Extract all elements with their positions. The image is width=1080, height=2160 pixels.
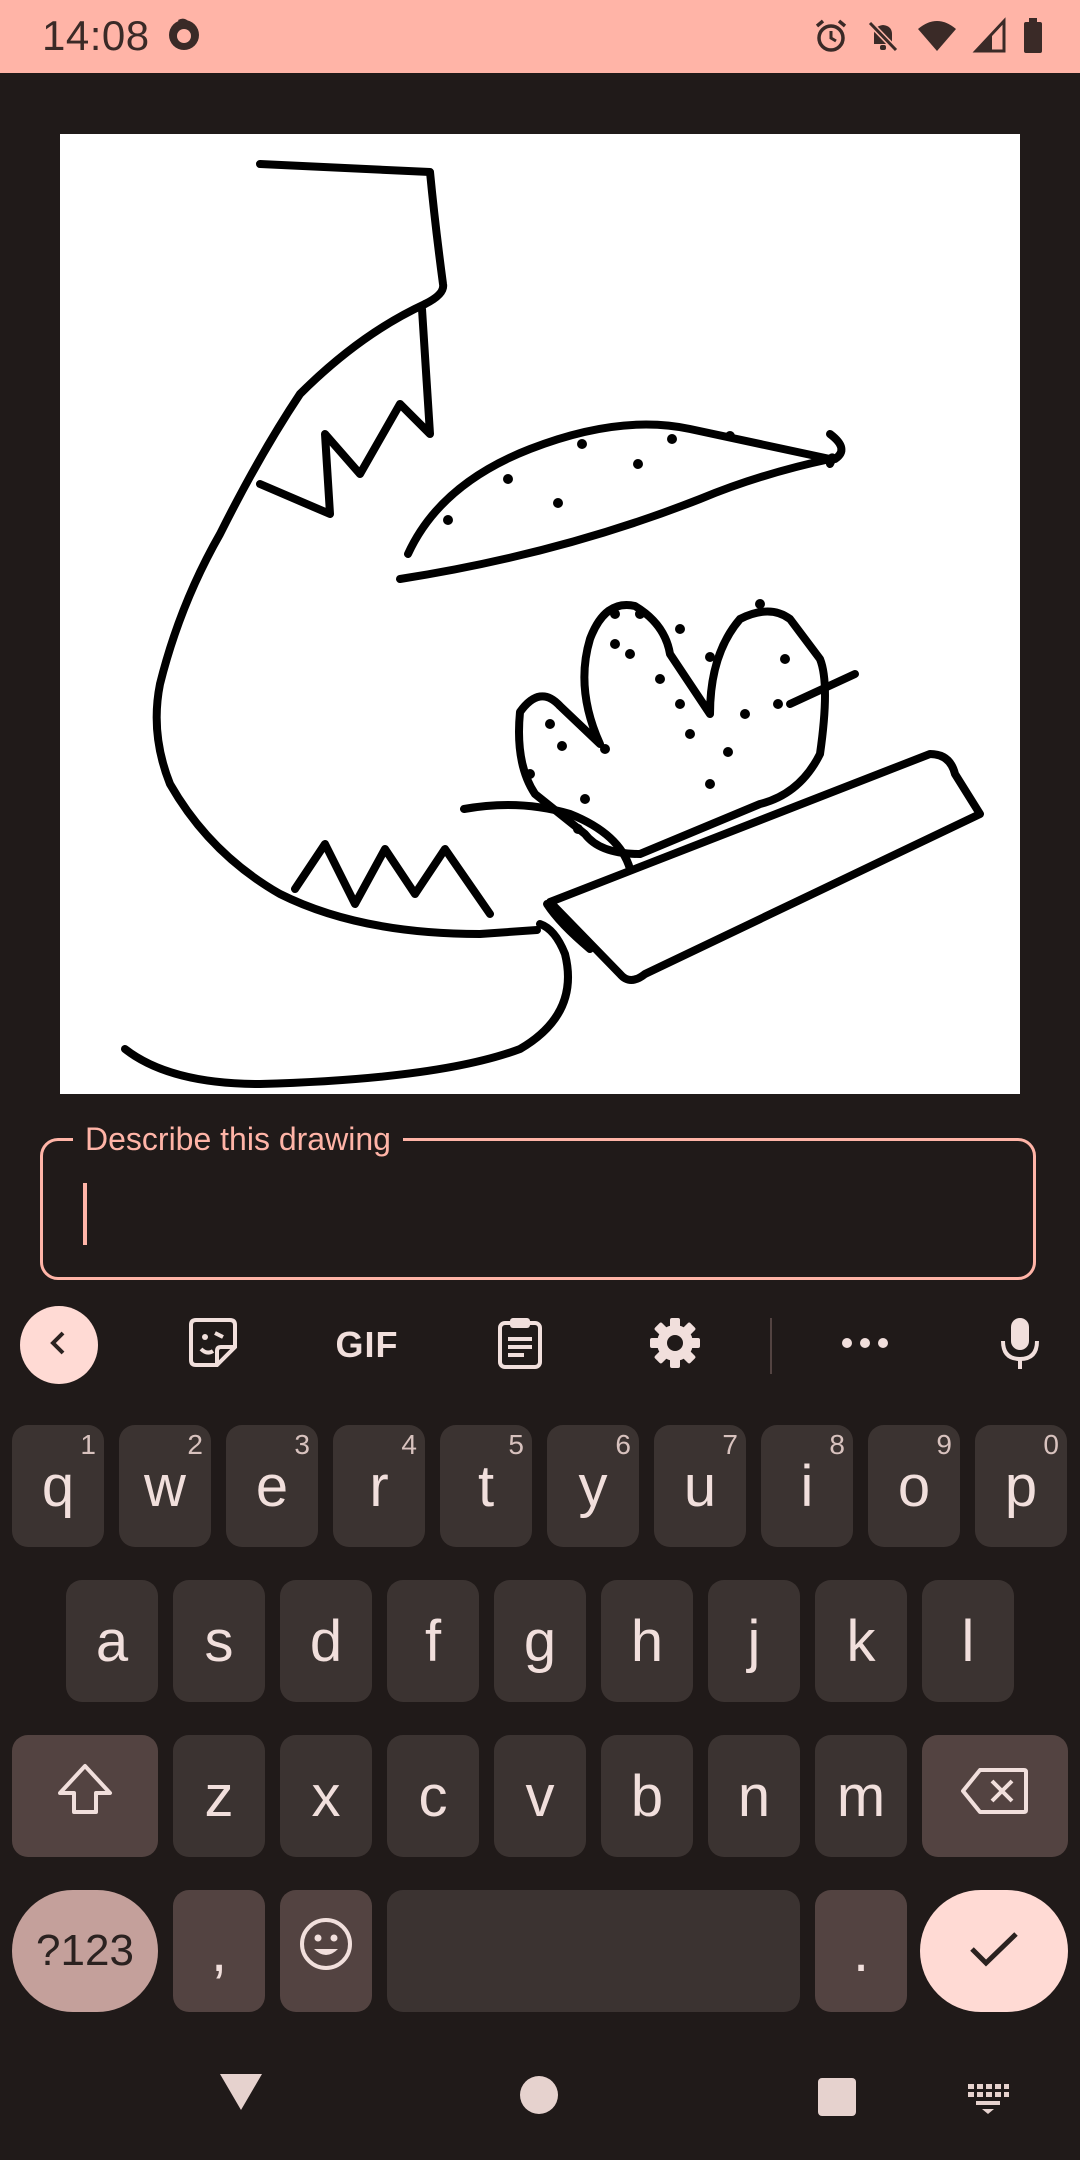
clipboard-button[interactable]: [480, 1305, 560, 1385]
nav-back-icon[interactable]: [218, 2070, 264, 2119]
sticker-icon: [185, 1315, 241, 1376]
key-y[interactable]: y6: [547, 1425, 639, 1547]
notifications-off-icon: [864, 17, 902, 55]
keyboard-hide-icon[interactable]: [966, 2082, 1010, 2121]
key-b[interactable]: b: [601, 1735, 693, 1857]
wifi-icon: [916, 17, 958, 55]
emoji-key[interactable]: [280, 1890, 372, 2012]
key-n[interactable]: n: [708, 1735, 800, 1857]
more-button[interactable]: [825, 1305, 905, 1385]
key-x[interactable]: x: [280, 1735, 372, 1857]
key-o[interactable]: o9: [868, 1425, 960, 1547]
nav-home-icon[interactable]: [518, 2074, 560, 2121]
description-input[interactable]: Describe this drawing: [40, 1119, 1036, 1280]
comma-key[interactable]: ,: [173, 1890, 265, 2012]
status-bar: 14:08: [0, 0, 1080, 73]
clipboard-icon: [494, 1315, 546, 1376]
text-cursor: [83, 1183, 87, 1245]
signal-icon: [972, 17, 1008, 55]
key-t[interactable]: t5: [440, 1425, 532, 1547]
key-i[interactable]: i8: [761, 1425, 853, 1547]
gif-label: GIF: [335, 1324, 399, 1365]
key-a[interactable]: a: [66, 1580, 158, 1702]
battery-icon: [1022, 17, 1044, 55]
key-s[interactable]: s: [173, 1580, 265, 1702]
key-c[interactable]: c: [387, 1735, 479, 1857]
key-l[interactable]: l: [922, 1580, 1014, 1702]
chevron-left-icon: [44, 1328, 74, 1363]
key-v[interactable]: v: [494, 1735, 586, 1857]
period-key[interactable]: .: [815, 1890, 907, 2012]
mic-icon: [998, 1315, 1042, 1376]
description-input-label: Describe this drawing: [73, 1119, 403, 1159]
shift-icon: [55, 1761, 115, 1831]
enter-key[interactable]: [920, 1890, 1068, 2012]
key-w[interactable]: w2: [119, 1425, 211, 1547]
drawing-canvas[interactable]: [60, 134, 1020, 1094]
key-r[interactable]: r4: [333, 1425, 425, 1547]
key-h[interactable]: h: [601, 1580, 693, 1702]
key-g[interactable]: g: [494, 1580, 586, 1702]
sticker-button[interactable]: [173, 1305, 253, 1385]
alarm-icon: [812, 17, 850, 55]
shift-key[interactable]: [12, 1735, 158, 1857]
gif-button[interactable]: GIF: [327, 1305, 407, 1385]
status-time: 14:08: [42, 12, 150, 59]
settings-button[interactable]: [635, 1305, 715, 1385]
space-key[interactable]: [387, 1890, 800, 2012]
key-z[interactable]: z: [173, 1735, 265, 1857]
key-e[interactable]: e3: [226, 1425, 318, 1547]
key-u[interactable]: u7: [654, 1425, 746, 1547]
backspace-icon: [960, 1763, 1030, 1830]
key-f[interactable]: f: [387, 1580, 479, 1702]
key-d[interactable]: d: [280, 1580, 372, 1702]
more-horizontal-icon: [840, 1336, 890, 1355]
check-icon: [968, 1929, 1020, 1974]
firefox-icon: [164, 14, 204, 54]
key-q[interactable]: q1: [12, 1425, 104, 1547]
backspace-key[interactable]: [922, 1735, 1068, 1857]
nav-recents-icon[interactable]: [816, 2076, 858, 2123]
toolbar-divider: [770, 1318, 772, 1374]
key-j[interactable]: j: [708, 1580, 800, 1702]
drawing-strokes: [121, 160, 984, 1088]
key-p[interactable]: p0: [975, 1425, 1067, 1547]
keyboard-back-button[interactable]: [20, 1306, 98, 1384]
emoji-icon: [298, 1916, 354, 1986]
key-k[interactable]: k: [815, 1580, 907, 1702]
symbols-key[interactable]: ?123: [12, 1890, 158, 2012]
key-m[interactable]: m: [815, 1735, 907, 1857]
gear-icon: [648, 1316, 702, 1375]
voice-input-button[interactable]: [980, 1305, 1060, 1385]
